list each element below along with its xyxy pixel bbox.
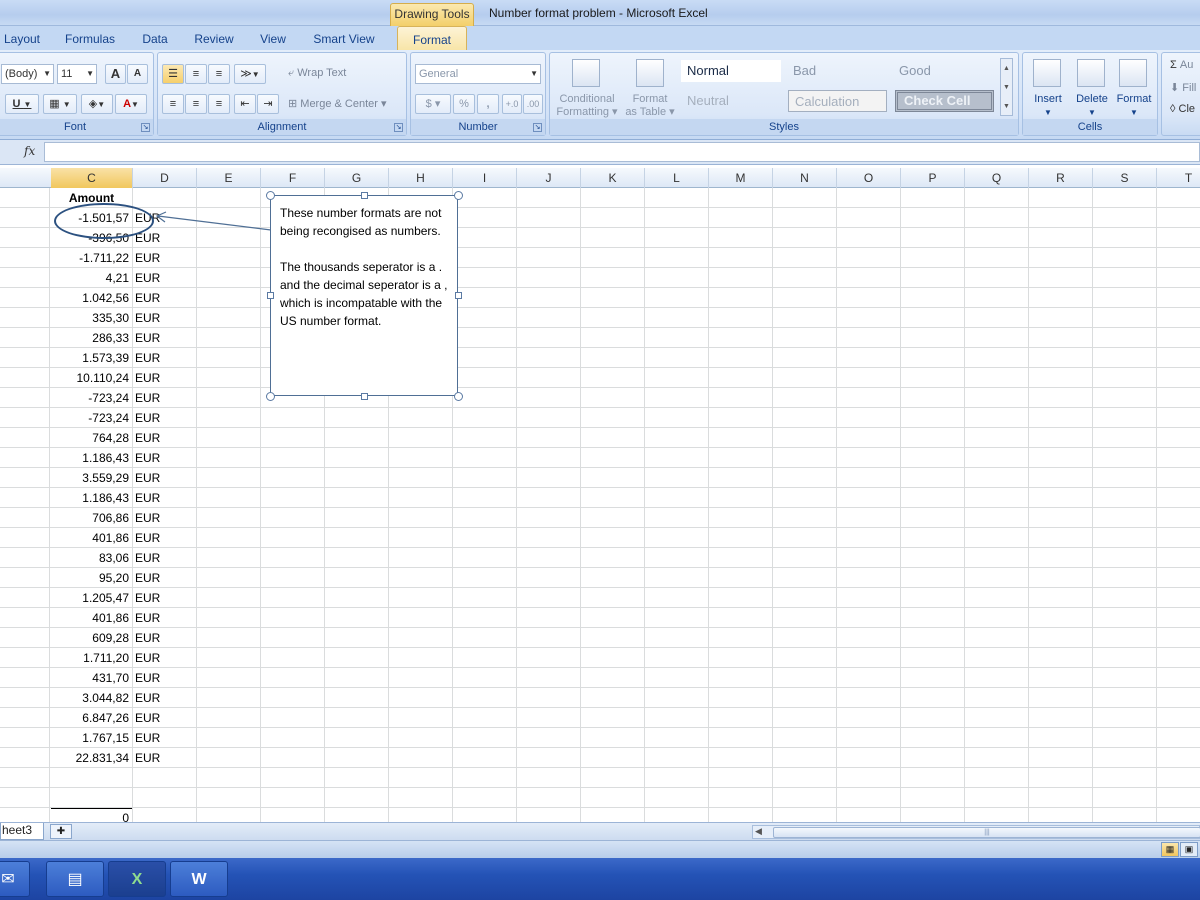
resize-handle-top-right[interactable] [454,191,463,200]
resize-handle-right[interactable] [455,292,462,299]
resize-handle-bottom-left[interactable] [266,392,275,401]
explorer-app-icon[interactable]: ▤ [46,861,104,897]
resize-handle-bottom-right[interactable] [454,392,463,401]
callout-paragraph-1: These number formats are not being recon… [280,206,442,238]
status-bar: ▦ ▣ [0,840,1200,858]
horizontal-scrollbar[interactable]: ◀ ||| [752,825,1200,839]
normal-view-icon[interactable]: ▦ [1161,842,1179,857]
resize-handle-left[interactable] [267,292,274,299]
page-layout-view-icon[interactable]: ▣ [1180,842,1198,857]
scroll-left-icon[interactable]: ◀ [755,826,762,837]
taskbar: ✉ ▤ X W [0,858,1200,900]
callout-paragraph-2: The thousands seperator is a . and the d… [280,260,448,328]
resize-handle-top[interactable] [361,192,368,199]
word-app-icon[interactable]: W [170,861,228,897]
callout-text-box[interactable]: These number formats are not being recon… [270,195,458,396]
outlook-app-icon[interactable]: ✉ [0,861,30,897]
resize-handle-top-left[interactable] [266,191,275,200]
scrollbar-thumb[interactable]: ||| [773,827,1200,838]
callout-connector [155,211,272,231]
excel-app-icon[interactable]: X [108,861,166,897]
resize-handle-bottom[interactable] [361,393,368,400]
sheet-tab-sheet3[interactable]: heet3 [0,823,44,840]
insert-worksheet-icon[interactable]: ✚ [50,824,72,839]
sheet-tabs-bar: heet3 ✚ ◀ ||| [0,822,1200,840]
